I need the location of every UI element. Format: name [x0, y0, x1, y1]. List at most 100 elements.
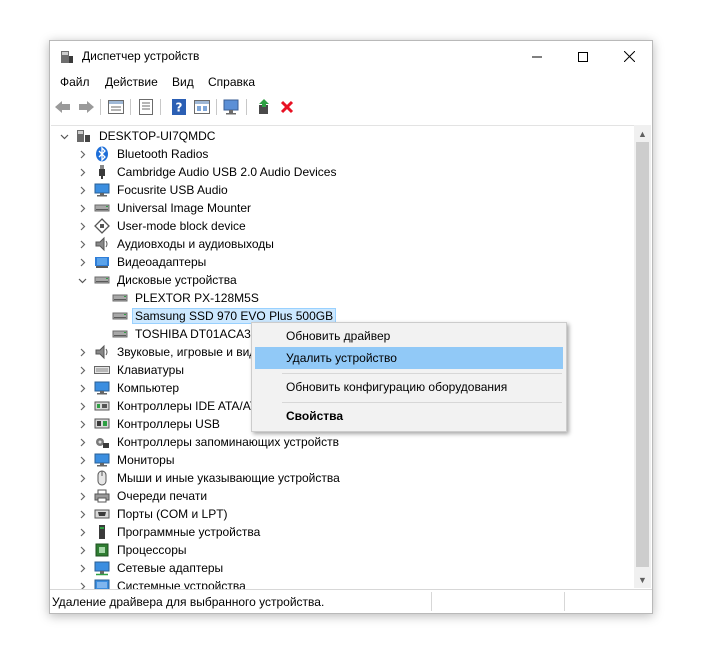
- tree-device[interactable]: TOSHIBA DT01ACA300: [112, 325, 266, 343]
- ide-controller-icon: [94, 398, 110, 414]
- tree-category[interactable]: Мониторы: [76, 451, 176, 469]
- tree-item-label: Процессоры: [117, 543, 187, 557]
- tree-category[interactable]: Звуковые, игровые и вид: [76, 343, 258, 361]
- mouse-icon: [94, 470, 110, 486]
- properties-icon: [108, 100, 124, 114]
- chevron-right-icon[interactable]: [76, 451, 88, 469]
- chevron-right-icon[interactable]: [76, 469, 88, 487]
- forward-button[interactable]: [77, 98, 95, 116]
- view-button[interactable]: [193, 98, 211, 116]
- tree-category[interactable]: Universal Image Mounter: [76, 199, 253, 217]
- tree-item-label: DESKTOP-UI7QMDC: [99, 129, 216, 143]
- tree-category[interactable]: Контроллеры IDE ATA/AT: [76, 397, 259, 415]
- tree-category[interactable]: Клавиатуры: [76, 361, 186, 379]
- ctx-uninstall-device[interactable]: Удалить устройство: [255, 347, 563, 369]
- chevron-down-icon[interactable]: [58, 127, 70, 145]
- ctx-scan-hardware[interactable]: Обновить конфигурацию оборудования: [255, 376, 563, 398]
- ctx-update-driver[interactable]: Обновить драйвер: [255, 325, 563, 347]
- properties-button[interactable]: [107, 98, 125, 116]
- tree-item-label: Видеоадаптеры: [117, 255, 207, 269]
- tree-category[interactable]: Очереди печати: [76, 487, 209, 505]
- tree-item-label: Очереди печати: [117, 489, 208, 503]
- chevron-right-icon[interactable]: [76, 235, 88, 253]
- help-button[interactable]: ?: [170, 98, 188, 116]
- tree-category[interactable]: Дисковые устройства: [76, 271, 239, 289]
- tree-item-label: TOSHIBA DT01ACA300: [135, 327, 265, 341]
- scan-hardware-button[interactable]: [223, 98, 241, 116]
- chevron-right-icon[interactable]: [76, 217, 88, 235]
- status-text: Удаление драйвера для выбранного устройс…: [52, 595, 325, 609]
- chevron-right-icon[interactable]: [76, 145, 88, 163]
- chevron-down-icon[interactable]: [76, 271, 88, 289]
- tree-category[interactable]: Сетевые адаптеры: [76, 559, 225, 577]
- back-button[interactable]: [54, 98, 72, 116]
- tree-category[interactable]: Мыши и иные указывающие устройства: [76, 469, 342, 487]
- chevron-right-icon[interactable]: [76, 199, 88, 217]
- minimize-icon: [532, 56, 542, 57]
- chevron-right-icon[interactable]: [76, 487, 88, 505]
- chevron-right-icon[interactable]: [76, 361, 88, 379]
- title-bar[interactable]: Диспетчер устройств: [50, 41, 652, 72]
- status-divider: [431, 592, 432, 611]
- display-adapter-icon: [94, 254, 110, 270]
- chevron-right-icon[interactable]: [76, 163, 88, 181]
- minimize-button[interactable]: [514, 41, 560, 72]
- chevron-right-icon[interactable]: [76, 505, 88, 523]
- tree-item-label: Клавиатуры: [117, 363, 184, 377]
- chevron-right-icon[interactable]: [76, 541, 88, 559]
- usb-plug-icon: [94, 164, 110, 180]
- maximize-button[interactable]: [560, 41, 606, 72]
- menu-action[interactable]: Действие: [105, 75, 158, 89]
- ctx-properties[interactable]: Свойства: [255, 405, 563, 427]
- disk-drive-icon: [94, 200, 110, 216]
- vertical-scrollbar[interactable]: ▲ ▼: [634, 125, 651, 588]
- uninstall-button[interactable]: [278, 98, 296, 116]
- scroll-down-arrow[interactable]: ▼: [634, 571, 651, 588]
- tree-category[interactable]: Bluetooth Radios: [76, 145, 210, 163]
- tree-category[interactable]: Компьютер: [76, 379, 181, 397]
- close-button[interactable]: [606, 41, 652, 72]
- tree-category[interactable]: Cambridge Audio USB 2.0 Audio Devices: [76, 163, 338, 181]
- device-list-button[interactable]: [137, 98, 155, 116]
- tree-category[interactable]: Контроллеры USB: [76, 415, 222, 433]
- tree-category[interactable]: Аудиовходы и аудиовыходы: [76, 235, 276, 253]
- tree-category[interactable]: Процессоры: [76, 541, 189, 559]
- chevron-right-icon[interactable]: [76, 397, 88, 415]
- update-driver-button[interactable]: [255, 98, 273, 116]
- close-icon: [623, 51, 635, 62]
- disk-drive-icon: [112, 308, 128, 324]
- tree-category[interactable]: Системные устройства: [76, 577, 248, 589]
- tree-device[interactable]: PLEXTOR PX-128M5S: [112, 289, 261, 307]
- chevron-right-icon[interactable]: [76, 181, 88, 199]
- context-menu: Обновить драйвер Удалить устройство Обно…: [251, 322, 567, 432]
- tree-category[interactable]: Порты (COM и LPT): [76, 505, 230, 523]
- menu-file[interactable]: Файл: [60, 75, 90, 89]
- ctx-separator: [282, 373, 562, 374]
- chevron-right-icon[interactable]: [76, 433, 88, 451]
- chevron-right-icon[interactable]: [76, 559, 88, 577]
- ctx-separator: [282, 402, 562, 403]
- tree-category[interactable]: Программные устройства: [76, 523, 262, 541]
- chevron-right-icon[interactable]: [76, 523, 88, 541]
- scroll-thumb[interactable]: [636, 142, 649, 567]
- device-list-icon: [139, 99, 153, 115]
- menu-view[interactable]: Вид: [172, 75, 194, 89]
- tree-category[interactable]: Видеоадаптеры: [76, 253, 208, 271]
- tree-category[interactable]: Контроллеры запоминающих устройств: [76, 433, 341, 451]
- chevron-right-icon[interactable]: [76, 343, 88, 361]
- tree-root[interactable]: DESKTOP-UI7QMDC: [58, 127, 217, 145]
- tree-category[interactable]: Focusrite USB Audio: [76, 181, 230, 199]
- tree-item-label: Системные устройства: [117, 579, 246, 589]
- tree-category[interactable]: User-mode block device: [76, 217, 248, 235]
- chevron-right-icon[interactable]: [76, 253, 88, 271]
- menu-help[interactable]: Справка: [208, 75, 255, 89]
- scroll-up-arrow[interactable]: ▲: [634, 125, 651, 142]
- uninstall-icon: [280, 100, 294, 114]
- chevron-right-icon[interactable]: [76, 379, 88, 397]
- tree-item-label: Звуковые, игровые и вид: [117, 345, 257, 359]
- speaker-icon: [94, 344, 110, 360]
- chevron-right-icon[interactable]: [76, 577, 88, 589]
- chevron-right-icon[interactable]: [76, 415, 88, 433]
- tree-item-label: Дисковые устройства: [117, 273, 237, 287]
- menu-bar: Файл Действие Вид Справка: [50, 72, 652, 92]
